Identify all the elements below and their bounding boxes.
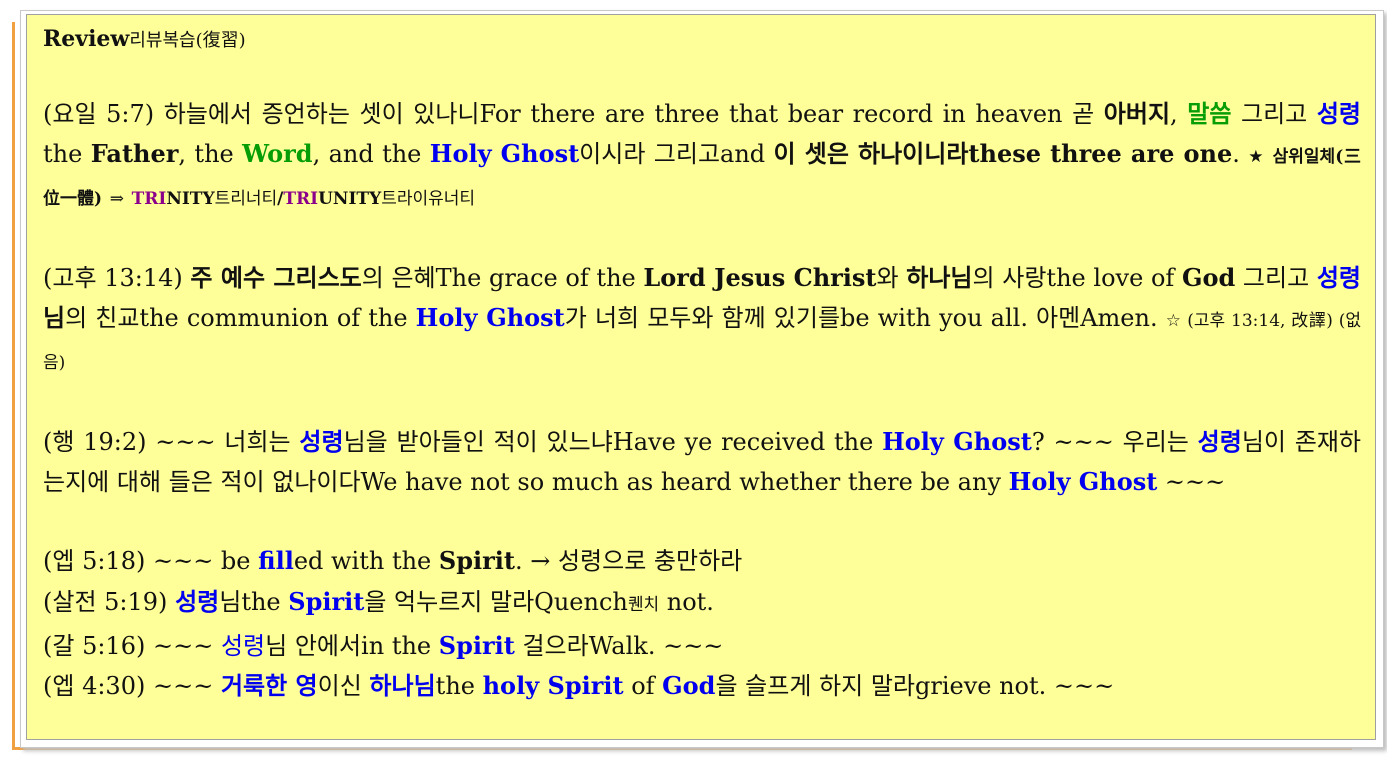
fill-word: fill: [258, 546, 294, 575]
verse-text: not.: [659, 588, 714, 616]
verse-text: 을 억누르지 말라Quench: [364, 588, 628, 616]
verse-text: 의 은혜The grace of the: [361, 264, 644, 292]
holy-ghost: Holy Ghost: [415, 303, 565, 332]
title-ko: 리뷰복습(復習): [129, 30, 246, 51]
verse-text: 가 너희 모두와 함께 있기를be with you all. 아멘Amen.: [564, 304, 1166, 332]
lord-ko: 주 예수 그리스도: [190, 264, 362, 292]
verse-text: 님the: [219, 588, 289, 616]
verse-ref: (고후 13:14): [43, 264, 183, 292]
trinity-ko: 삼위일체: [1272, 147, 1336, 167]
verse-text: the: [43, 140, 91, 168]
verse-text: 을 슬프게 하지 말라grieve not. ~~~: [715, 672, 1115, 700]
father-ko: 아버지: [1103, 100, 1171, 128]
verse-text: ,: [1170, 100, 1188, 128]
verse-text: 님을 받아들인 적이 있느냐Have ye received the: [343, 428, 883, 456]
spirit-en: Spirit: [288, 587, 365, 616]
unity-suffix: UNITY: [318, 189, 382, 209]
verse-eph-5-18: (엡 5:18) ~~~ be filled with the Spirit. …: [43, 541, 1361, 581]
god-en: God: [1181, 263, 1236, 292]
verse-text: 그리고: [1235, 264, 1317, 292]
verse-text: . → 성령으로 충만하라: [514, 547, 743, 575]
verse-ref: (살전 5:19): [43, 588, 168, 616]
god-ko: 하나님: [906, 264, 973, 292]
spirit-en: Spirit: [438, 546, 515, 575]
tri-prefix: TRI: [283, 189, 319, 209]
review-card: Review리뷰복습(復習) (요일 5:7) 하늘에서 증언하는 셋이 있나니…: [26, 14, 1376, 740]
triunity-reading: 트라이유너티: [381, 189, 476, 209]
verse-text: ? ~~~ 우리는: [1031, 428, 1198, 456]
god-en: God: [662, 671, 716, 700]
verse-1thess-5-19: (살전 5:19) 성령님the Spirit을 억누르지 말라Quench퀜치…: [43, 581, 1361, 626]
verse-text: 의 사랑the love of: [972, 264, 1182, 292]
verse-1john-5-7: (요일 5:7) 하늘에서 증언하는 셋이 있나니For there are t…: [43, 95, 1361, 219]
verse-gal-5-16: (갈 5:16) ~~~ 성령님 안에서in the Spirit 걸으라Wal…: [43, 626, 1361, 666]
holy-ghost: Holy Ghost: [1008, 467, 1158, 496]
spirit-ko: 성령: [220, 632, 266, 660]
tri-prefix: TRI: [131, 189, 167, 209]
verse-ref: (행 19:2): [43, 428, 147, 456]
verse-text: , and the: [312, 140, 430, 168]
verse-eph-4-30: (엡 4:30) ~~~ 거룩한 영이신 하나님the holy Spirit …: [43, 666, 1361, 706]
verse-2cor-13-14: (고후 13:14) 주 예수 그리스도의 은혜The grace of the…: [43, 258, 1361, 383]
three-one-ko: 이 셋은 하나이니라: [773, 140, 969, 168]
god-ko: 하나님: [369, 672, 436, 700]
verse-ref: (엡 4:30): [43, 672, 146, 700]
verse-acts-19-2: (행 19:2) ~~~ 너희는 성령님을 받아들인 적이 있느냐Have ye…: [43, 422, 1361, 502]
verse-text: the: [435, 672, 483, 700]
lord-en: Lord Jesus Christ: [643, 263, 877, 292]
verse-ref: (요일 5:7): [43, 100, 155, 128]
verse-text: 그리고: [1231, 100, 1317, 128]
word-en: Word: [242, 139, 313, 168]
verse-text: .: [1232, 140, 1249, 168]
trinity-reading: 트리너티: [214, 189, 278, 209]
verse-text: ~~~: [1157, 468, 1226, 496]
verse-text: 걸으라Walk. ~~~: [514, 632, 724, 660]
verse-text: ~~~ be: [145, 547, 259, 575]
verse-text: 와: [876, 264, 907, 292]
holy-spirit-ko: 거룩한 영: [220, 672, 318, 700]
holy-ghost: Holy Ghost: [882, 427, 1032, 456]
verse-ref: (갈 5:16): [43, 632, 146, 660]
verse-text: , the: [178, 140, 243, 168]
nim-suffix: 님: [43, 304, 66, 332]
verse-text: 이시라 그리고and: [579, 140, 774, 168]
spirit-ko: 성령: [1316, 100, 1362, 128]
verse-text: ~~~: [145, 632, 221, 660]
nity-suffix: NITY: [166, 189, 215, 209]
verse-text: ~~~: [145, 672, 221, 700]
word-ko: 말씀: [1187, 100, 1232, 128]
holy-ghost: Holy Ghost: [429, 139, 580, 168]
three-one-en: these three are one: [968, 139, 1233, 168]
verse-text: of: [623, 672, 663, 700]
verse-text: ed with the: [293, 547, 439, 575]
verse-ref: (엡 5:18): [43, 547, 146, 575]
verse-text: 님 안에서in the: [265, 632, 439, 660]
quench-reading: 퀜치: [627, 595, 660, 615]
spirit-ko: 성령: [299, 428, 344, 456]
star-icon: ★: [1248, 147, 1265, 167]
title-en: Review: [43, 26, 130, 52]
verse-text: 의 친교the communion of the: [65, 304, 416, 332]
spirit-ko: 성령: [175, 588, 220, 616]
verse-text: 이신: [317, 672, 370, 700]
review-title: Review리뷰복습(復習): [43, 21, 1361, 59]
father-en: Father: [90, 139, 179, 168]
arrow-icon: ⇒: [109, 189, 124, 209]
spirit-ko: 성령: [1197, 428, 1242, 456]
verse-text: 하늘에서 증언하는 셋이 있나니For there are three that…: [154, 100, 1104, 128]
spirit-ko: 성령: [1316, 264, 1361, 292]
holy-spirit-en: holy Spirit: [482, 671, 624, 700]
spirit-en: Spirit: [438, 631, 515, 660]
verse-text: ~~~ 너희는: [146, 428, 300, 456]
